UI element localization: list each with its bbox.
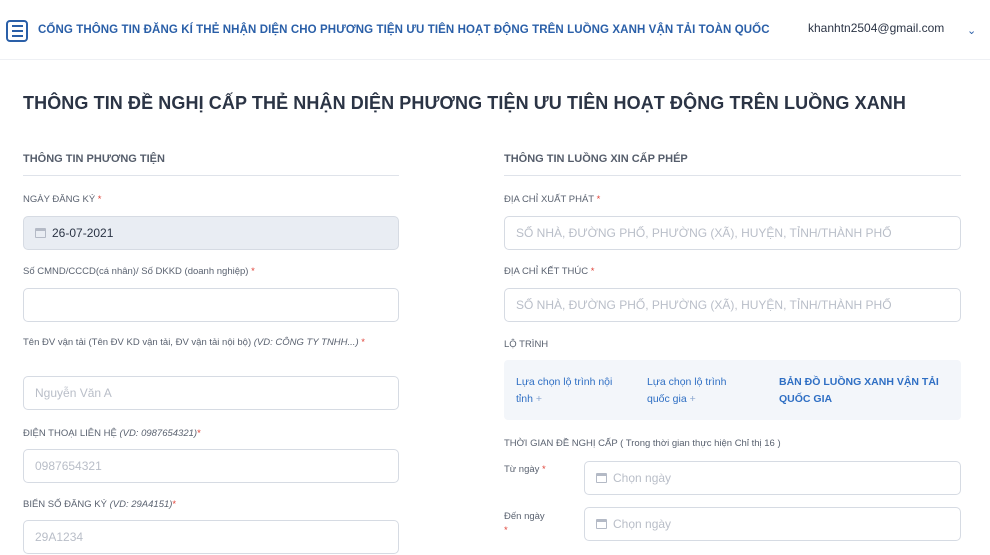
page-title: THÔNG TIN ĐỀ NGHỊ CẤP THẺ NHẬN DIỆN PHƯƠ… (23, 93, 907, 113)
itinerary-panel: Lựa chọn lộ trình nội tỉnh + Lựa chọn lộ … (504, 360, 961, 420)
vehicle-section-title: THÔNG TIN PHƯƠNG TIỆN (23, 153, 165, 165)
user-email[interactable]: khanhtn2504@gmail.com (808, 21, 944, 35)
start-address-label: ĐỊA CHỈ XUẤT PHÁT * (504, 194, 601, 205)
hamburger-menu-icon[interactable] (6, 20, 28, 42)
from-date-label: Từ ngày * (504, 464, 546, 475)
plate-label: BIỂN SỐ ĐĂNG KÝ (VD: 29A4151)* (23, 499, 177, 510)
national-route-link[interactable]: Lựa chọn lộ trình quốc gia + (647, 374, 726, 408)
to-date-input[interactable]: Chọn ngày (584, 507, 961, 541)
route-section-title: THÔNG TIN LUỒNG XIN CẤP PHÉP (504, 153, 688, 165)
top-bar: CỔNG THÔNG TIN ĐĂNG KÍ THẺ NHẬN DIỆN CHO… (0, 0, 990, 60)
calendar-icon (596, 519, 607, 529)
plate-input[interactable]: 29A1234 (23, 520, 399, 554)
inner-province-route-link[interactable]: Lựa chọn lộ trình nội tỉnh + (516, 374, 612, 408)
end-address-label: ĐỊA CHỈ KẾT THÚC * (504, 266, 595, 277)
calendar-icon (35, 228, 46, 238)
company-name-label: Tên ĐV vận tải (Tên ĐV KD vận tải, ĐV vậ… (23, 337, 365, 348)
plus-icon: + (535, 393, 542, 405)
end-address-input[interactable]: SỐ NHÀ, ĐƯỜNG PHỐ, PHƯỜNG (XÃ), HUYỆN, T… (504, 288, 961, 322)
route-section-divider (504, 175, 961, 176)
chevron-down-icon[interactable]: ⌄ (967, 24, 976, 37)
itinerary-label: LỘ TRÌNH (504, 339, 549, 350)
start-address-input[interactable]: SỐ NHÀ, ĐƯỜNG PHỐ, PHƯỜNG (XÃ), HUYỆN, T… (504, 216, 961, 250)
company-name-input[interactable]: Nguyễn Văn A (23, 376, 399, 410)
reg-date-label: NGÀY ĐĂNG KÝ * (23, 194, 102, 205)
from-date-input[interactable]: Chọn ngày (584, 461, 961, 495)
reg-date-field[interactable]: 26-07-2021 (23, 216, 399, 250)
request-period-label: THỜI GIAN ĐỀ NGHỊ CẤP ( Trong thời gian … (504, 438, 781, 449)
phone-label: ĐIỆN THOẠI LIÊN HỆ (VD: 0987654321)* (23, 428, 201, 439)
green-lane-map-link[interactable]: BẢN ĐỒ LUỒNG XANH VẬN TẢI QUỐC GIA (779, 374, 939, 408)
app-title: CỔNG THÔNG TIN ĐĂNG KÍ THẺ NHẬN DIỆN CHO… (38, 24, 770, 36)
vehicle-section-divider (23, 175, 399, 176)
plus-icon: + (689, 393, 696, 405)
calendar-icon (596, 473, 607, 483)
id-number-input[interactable] (23, 288, 399, 322)
to-date-label: Đến ngày * (504, 511, 545, 536)
id-number-label: Số CMND/CCCD(cá nhân)/ Số DKKD (doanh ng… (23, 266, 255, 277)
phone-input[interactable]: 0987654321 (23, 449, 399, 483)
